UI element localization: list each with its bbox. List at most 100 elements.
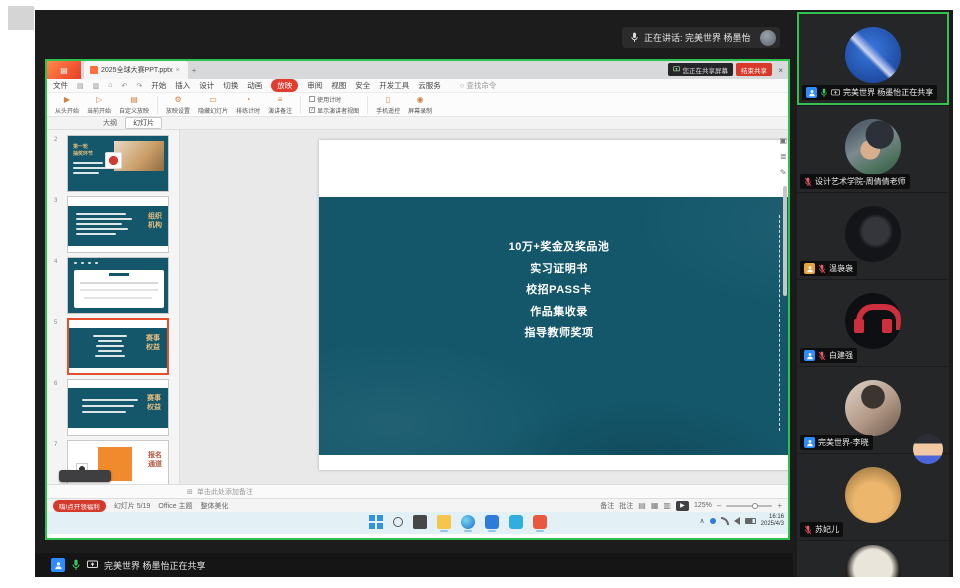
tray-expand-icon[interactable]: ∧: [700, 517, 705, 525]
menu-animation[interactable]: 动画: [247, 80, 262, 91]
from-current-label: 当前开始: [87, 106, 111, 115]
menu-security[interactable]: 安全: [355, 80, 370, 91]
screen-share-icon: [831, 89, 840, 97]
presentation-file-icon: [90, 66, 98, 74]
wps-statusbar: 嗨!点开领福利 幻灯片 5/19 Office 主题 整体美化 备注 批注 ▤ …: [47, 498, 788, 512]
thumbnail-slide-chart[interactable]: [67, 257, 169, 314]
close-tab-icon[interactable]: ×: [176, 67, 180, 74]
custom-show-button[interactable]: ▤自定义放映: [119, 94, 149, 115]
participant-tile-baijianqiang[interactable]: 白建强: [797, 280, 949, 366]
preview-icon[interactable]: ⌂: [108, 82, 112, 89]
participant-tile-sufeier[interactable]: 苏妃儿: [797, 454, 949, 540]
battery-icon[interactable]: [745, 518, 756, 524]
thumbnail-slide-lottery[interactable]: 第一轮 抽奖环节: [67, 135, 169, 192]
notes-expand-icon[interactable]: ⊞: [187, 488, 193, 496]
task-view-icon[interactable]: [413, 515, 427, 529]
participant-label: 完美世界-李晓: [800, 435, 873, 450]
wifi-icon[interactable]: [721, 517, 729, 525]
menu-home[interactable]: 开始: [151, 80, 166, 91]
speaker-notes-button[interactable]: ≡演讲备注: [268, 94, 292, 115]
search-icon[interactable]: [393, 517, 403, 527]
thumbnail-slide-benefits-2[interactable]: 赛事权益: [67, 379, 169, 436]
notes-bar[interactable]: ⊞ 单击此处添加备注: [47, 484, 788, 498]
from-current-button[interactable]: ▷当前开始: [87, 94, 111, 115]
promo-button[interactable]: 嗨!点开领福利: [53, 500, 106, 512]
hide-slide-button[interactable]: ▭隐藏幻灯片: [198, 94, 228, 115]
browser-icon[interactable]: [461, 515, 475, 529]
beautify-button[interactable]: 整体美化: [201, 501, 229, 511]
zoom-out-icon[interactable]: –: [717, 501, 721, 510]
zoom-slider[interactable]: [726, 505, 772, 507]
tab-outline[interactable]: 大纲: [103, 118, 117, 128]
participant-tile-yangmoyi[interactable]: 完美世界 杨墨怡正在共享: [797, 12, 949, 105]
notes-toggle[interactable]: 备注: [600, 501, 614, 511]
menu-slideshow[interactable]: 放映: [271, 79, 298, 92]
use-timing-checkbox[interactable]: 使用计时: [309, 95, 359, 104]
undo-icon[interactable]: ↶: [121, 82, 127, 90]
docs-app-icon[interactable]: [509, 515, 523, 529]
print-icon[interactable]: ▥: [93, 82, 100, 90]
participant-sidebar[interactable]: 完美世界 杨墨怡正在共享 设计艺术学院-周倩倩老师 温袅袅 白建强: [795, 10, 953, 577]
phone-remote-button[interactable]: ▯手机遥控: [376, 94, 400, 115]
slide-thumbnail-panel[interactable]: 2 第一轮 抽奖环节 3: [47, 130, 180, 484]
speaker-notes-label: 演讲备注: [268, 106, 292, 115]
thumb1-qr-code: [105, 152, 122, 169]
slide-canvas[interactable]: 10万+奖金及奖品池 实习证明书 校招PASS卡 作品集收录 指导教师奖项 赛事…: [319, 140, 788, 470]
menu-cloud[interactable]: 云服务: [418, 80, 441, 91]
show-settings-button[interactable]: ⚙放映设置: [166, 94, 190, 115]
vertical-scrollbar[interactable]: [783, 186, 787, 296]
normal-view-icon[interactable]: ▤: [638, 501, 646, 510]
thumb1-title1: 第一轮: [73, 143, 88, 150]
participant-tile-zhouqianqian[interactable]: 设计艺术学院-周倩倩老师: [797, 106, 949, 192]
thumbnail-slide-organization[interactable]: 组织机构: [67, 196, 169, 253]
save-icon[interactable]: ▤: [77, 82, 84, 90]
menu-design[interactable]: 设计: [199, 80, 214, 91]
from-begin-button[interactable]: ▶从头开始: [55, 94, 79, 115]
thumbnail-slide-benefits-selected[interactable]: 赛事权益: [67, 318, 169, 375]
thumb6-title2: 通道: [148, 460, 162, 469]
participant-tile-wenniaoniao[interactable]: 温袅袅: [797, 193, 949, 279]
menu-file[interactable]: 文件: [53, 80, 68, 91]
meeting-app-icon[interactable]: [485, 515, 499, 529]
tab-slides[interactable]: 幻灯片: [125, 117, 162, 129]
screen-share-icon: [673, 66, 680, 73]
mic-on-icon: [820, 88, 828, 98]
start-button[interactable]: [369, 515, 383, 529]
menu-review[interactable]: 审阅: [307, 80, 322, 91]
volume-icon[interactable]: [734, 517, 740, 525]
file-explorer-icon[interactable]: [437, 515, 451, 529]
slideshow-button[interactable]: ▶: [676, 501, 689, 511]
tray-clock[interactable]: 16:16 2025/4/3: [761, 514, 784, 528]
zoom-in-icon[interactable]: +: [777, 501, 782, 510]
screen-record-button[interactable]: ◉屏幕录制: [408, 94, 432, 115]
new-tab-icon[interactable]: +: [192, 66, 197, 75]
comments-toggle[interactable]: 批注: [619, 501, 633, 511]
tray-app-dot[interactable]: [710, 518, 716, 524]
theme-label[interactable]: Office 主题: [158, 501, 192, 511]
find-command[interactable]: ○ 查找命令: [460, 80, 497, 91]
presenter-view-checkbox[interactable]: ✓显示演讲者视图: [309, 106, 359, 115]
wps-home-button[interactable]: ▤: [47, 61, 81, 79]
menu-insert[interactable]: 插入: [175, 80, 190, 91]
zoom-slider-knob[interactable]: [752, 503, 758, 509]
avatar: [845, 119, 901, 175]
benefit-list: 10万+奖金及奖品池 实习证明书 校招PASS卡 作品集收录 指导教师奖项: [439, 237, 679, 345]
animation-panel-icon[interactable]: ≣: [779, 152, 787, 161]
sorter-view-icon[interactable]: ▦: [651, 501, 659, 510]
comment-panel-icon[interactable]: ✎: [779, 168, 787, 177]
redo-icon[interactable]: ↷: [136, 82, 142, 90]
menu-transition[interactable]: 切换: [223, 80, 238, 91]
reading-view-icon[interactable]: ▥: [663, 501, 671, 510]
menu-devtools[interactable]: 开发工具: [379, 80, 409, 91]
checkbox-checked-icon: ✓: [309, 107, 315, 113]
participant-tile-partial[interactable]: [797, 541, 949, 577]
floating-tooltip: [59, 470, 111, 482]
rehearse-button[interactable]: ◔排练计时: [236, 94, 260, 115]
menu-view[interactable]: 视图: [331, 80, 346, 91]
stop-share-button[interactable]: 结束共享: [736, 63, 772, 76]
properties-panel-icon[interactable]: ▣: [779, 136, 787, 145]
close-icon[interactable]: ×: [778, 66, 783, 75]
wps-app-icon[interactable]: [533, 515, 547, 529]
document-tab[interactable]: 2025全球大赛PPT.pptx ×: [84, 61, 188, 79]
mic-on-icon[interactable]: [71, 559, 81, 571]
